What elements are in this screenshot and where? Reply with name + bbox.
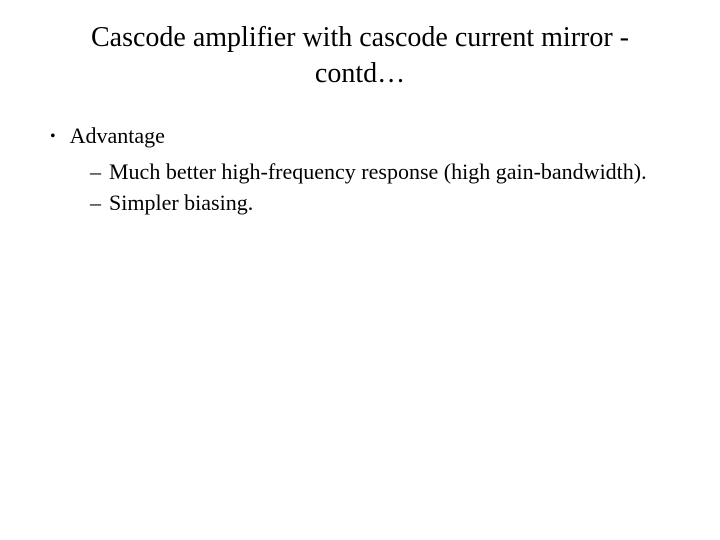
sub-bullets: – Much better high-frequency response (h… xyxy=(50,157,680,218)
bullet-level2: – Simpler biasing. xyxy=(90,188,680,218)
dash-marker: – xyxy=(90,157,101,187)
slide-title: Cascode amplifier with cascode current m… xyxy=(40,20,680,93)
bullet-text: Advantage xyxy=(70,123,165,149)
bullet-level2: – Much better high-frequency response (h… xyxy=(90,157,680,187)
bullet-marker: • xyxy=(50,123,56,151)
sub-bullet-text: Much better high-frequency response (hig… xyxy=(109,157,680,187)
slide-content: • Advantage – Much better high-frequency… xyxy=(40,123,680,218)
dash-marker: – xyxy=(90,188,101,218)
sub-bullet-text: Simpler biasing. xyxy=(109,188,680,218)
bullet-level1: • Advantage xyxy=(50,123,680,151)
